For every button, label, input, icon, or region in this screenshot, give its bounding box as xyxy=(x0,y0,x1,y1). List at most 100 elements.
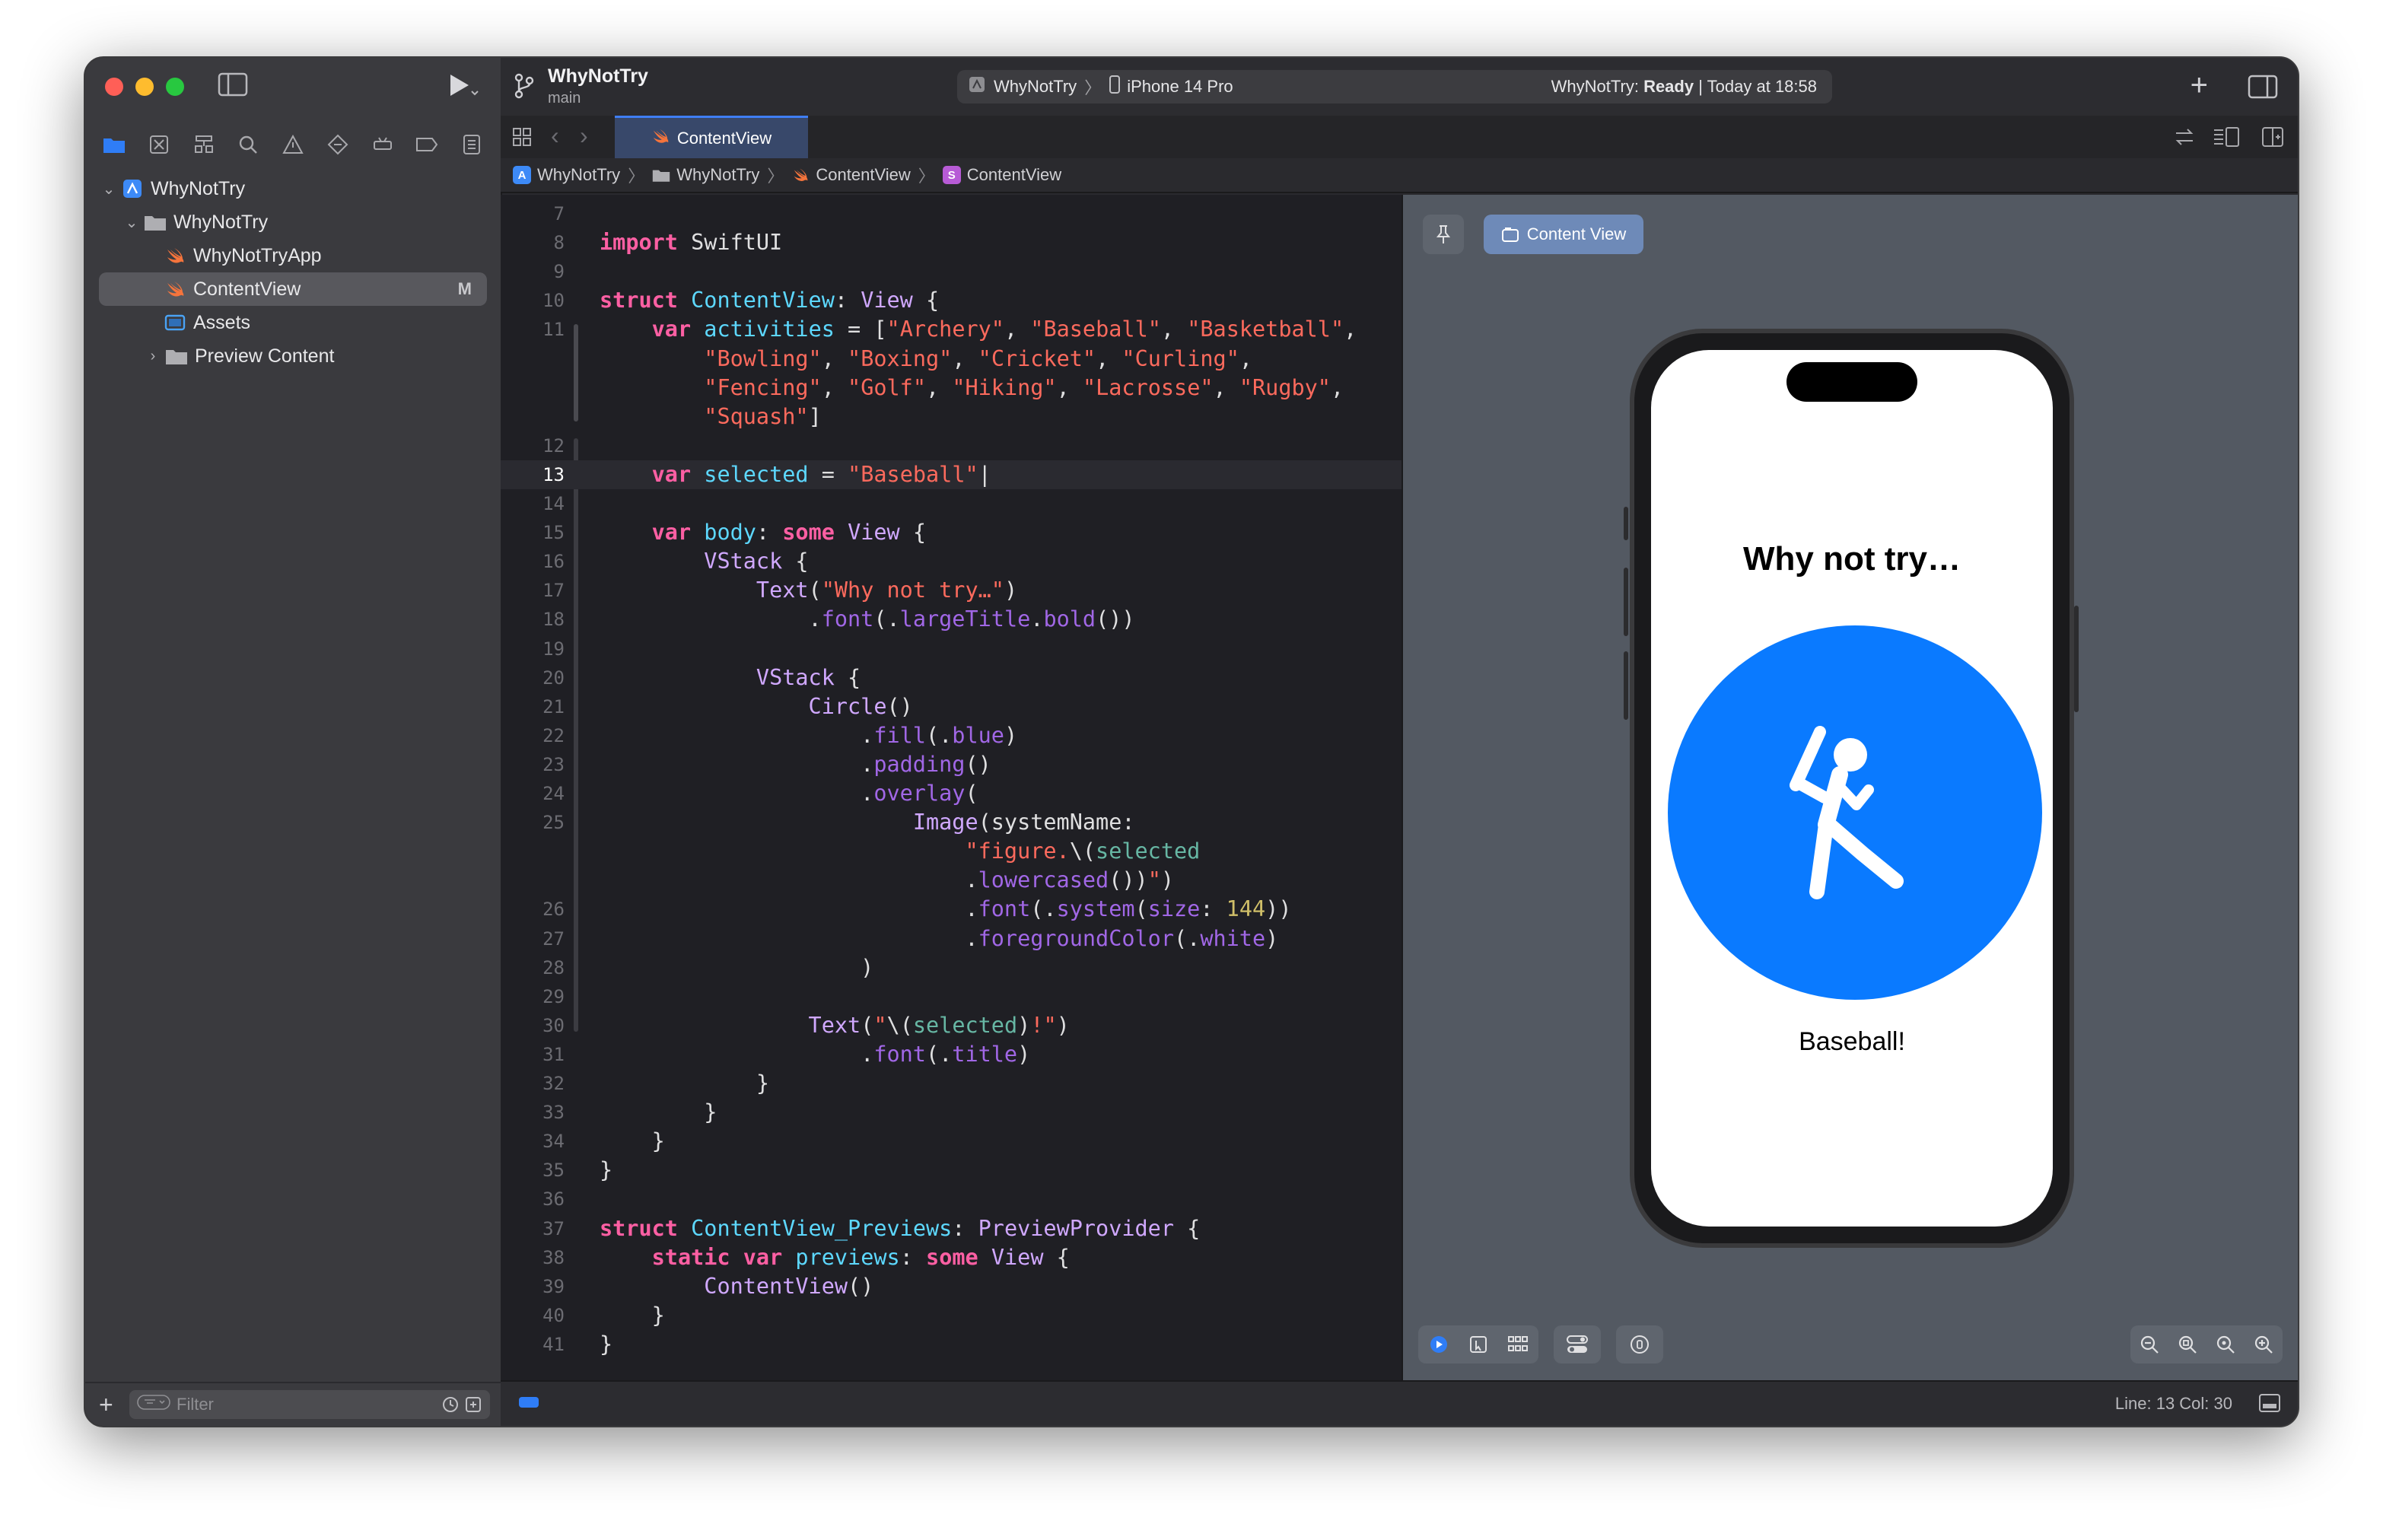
add-icon[interactable]: + xyxy=(99,1391,113,1419)
tree-row-group[interactable]: ⌄ WhyNotTry xyxy=(85,205,501,239)
tab-contentview[interactable]: ContentView xyxy=(615,116,808,158)
code-line[interactable]: struct ContentView: View { xyxy=(600,286,939,315)
code-token: Text xyxy=(756,578,809,603)
split-editor-icon[interactable] xyxy=(2261,126,2284,151)
project-icon xyxy=(120,179,145,199)
tree-row-preview-content[interactable]: › Preview Content xyxy=(85,339,501,373)
breadcrumb-item[interactable]: WhyNotTry xyxy=(676,165,759,185)
swift-file-icon xyxy=(791,166,810,184)
code-token: some xyxy=(782,520,835,546)
code-line[interactable]: Image(systemName: xyxy=(600,808,1135,837)
code-line[interactable]: "Fencing", "Golf", "Hiking", "Lacrosse",… xyxy=(600,374,1344,402)
line-number: 34 xyxy=(542,1131,565,1153)
minimize-button[interactable] xyxy=(135,78,154,96)
code-line[interactable]: "figure.\(selected xyxy=(600,837,1200,866)
code-line[interactable]: var activities = ["Archery", "Baseball",… xyxy=(600,315,1357,344)
code-line[interactable]: .lowercased())") xyxy=(600,866,1174,895)
preview-sport-label: Baseball! xyxy=(1799,1027,1905,1056)
inspector-toggle-icon[interactable] xyxy=(2248,75,2278,103)
debug-area-toggle-icon[interactable] xyxy=(519,1397,539,1408)
code-line[interactable]: VStack { xyxy=(600,663,861,692)
report-icon[interactable] xyxy=(455,128,488,161)
device-selector[interactable]: iPhone 14 Pro xyxy=(1127,77,1233,97)
zoom-out-icon[interactable] xyxy=(2139,1334,2160,1355)
code-line[interactable]: .padding() xyxy=(600,750,991,779)
minimap-toggle-icon[interactable] xyxy=(2258,1392,2281,1418)
code-line[interactable]: Text("\(selected)!") xyxy=(600,1011,1070,1040)
code-line[interactable]: .font(.system(size: 144)) xyxy=(600,895,1291,924)
chevron-right-icon[interactable]: › xyxy=(145,348,161,365)
grid-icon[interactable] xyxy=(511,126,533,151)
editor-options-icon[interactable] xyxy=(2213,126,2240,151)
line-number: 36 xyxy=(542,1188,565,1211)
zoom-fit-icon[interactable] xyxy=(2177,1334,2198,1355)
line-number: 26 xyxy=(542,899,565,921)
variant-info-button[interactable] xyxy=(1616,1325,1663,1363)
live-preview-icon[interactable] xyxy=(1428,1334,1449,1355)
folder-icon[interactable] xyxy=(97,128,131,161)
code-line[interactable]: struct ContentView_Previews: PreviewProv… xyxy=(600,1214,1200,1243)
code-line[interactable]: ) xyxy=(600,953,873,982)
code-line[interactable]: .foregroundColor(.white) xyxy=(600,924,1278,953)
breakpoint-icon[interactable] xyxy=(410,128,444,161)
sidebar-toggle-icon[interactable] xyxy=(218,72,248,103)
code-line[interactable]: .overlay( xyxy=(600,779,978,808)
code-line[interactable]: } xyxy=(600,1098,717,1127)
filter-field[interactable]: Filter xyxy=(129,1390,490,1419)
code-line[interactable]: "Squash"] xyxy=(600,402,821,431)
breadcrumb-item[interactable]: ContentView xyxy=(816,165,910,185)
code-line[interactable]: Circle() xyxy=(600,692,913,721)
code-line[interactable]: } xyxy=(600,1301,665,1330)
chevron-down-icon[interactable]: ⌄ xyxy=(100,180,117,199)
code-line[interactable]: } xyxy=(600,1127,665,1156)
back-arrow-icon[interactable]: ‹ xyxy=(551,122,559,150)
code-line[interactable]: } xyxy=(600,1330,612,1359)
find-icon[interactable] xyxy=(231,128,265,161)
code-line[interactable]: var selected = "Baseball"| xyxy=(600,460,991,489)
code-line[interactable]: } xyxy=(600,1069,769,1098)
code-line[interactable]: "Bowling", "Boxing", "Cricket", "Curling… xyxy=(600,345,1252,374)
device-settings-button[interactable] xyxy=(1554,1325,1601,1363)
close-button[interactable] xyxy=(105,78,123,96)
breadcrumb-item[interactable]: WhyNotTry xyxy=(537,165,620,185)
chevron-down-icon[interactable]: ⌄ xyxy=(123,213,140,232)
clock-icon[interactable] xyxy=(441,1395,460,1414)
code-line[interactable]: .fill(.blue) xyxy=(600,721,1017,750)
code-line[interactable]: var body: some View { xyxy=(600,518,926,547)
related-items-icon[interactable] xyxy=(2173,126,2196,151)
code-line[interactable]: import SwiftUI xyxy=(600,228,782,257)
code-line[interactable]: static var previews: some View { xyxy=(600,1243,1070,1272)
debug-icon[interactable] xyxy=(366,128,399,161)
scheme-selector[interactable]: WhyNotTry xyxy=(994,77,1077,97)
forward-arrow-icon[interactable]: › xyxy=(580,122,588,150)
code-line[interactable]: } xyxy=(600,1156,612,1185)
source-editor[interactable]: 7 8 import SwiftUI 9 10 struct ContentView: V… xyxy=(501,195,1401,1383)
test-icon[interactable] xyxy=(321,128,355,161)
content-view-preview-button[interactable]: Content View xyxy=(1484,215,1643,254)
code-line[interactable]: Text("Why not try…") xyxy=(600,576,1017,605)
variants-grid-icon[interactable] xyxy=(1507,1335,1529,1354)
tree-row-whynottryapp[interactable]: WhyNotTryApp xyxy=(85,239,501,272)
breadcrumb-item[interactable]: ContentView xyxy=(967,165,1061,185)
library-add-icon[interactable]: + xyxy=(2191,68,2208,103)
tree-row-project[interactable]: ⌄ WhyNotTry xyxy=(85,172,501,205)
code-line[interactable]: .font(.largeTitle.bold()) xyxy=(600,605,1135,634)
source-control-icon[interactable] xyxy=(142,128,176,161)
run-button[interactable] xyxy=(446,72,479,105)
tree-row-assets[interactable]: Assets xyxy=(85,306,501,339)
zoom-actual-icon[interactable] xyxy=(2215,1334,2236,1355)
code-line[interactable]: ContentView() xyxy=(600,1272,873,1301)
selectable-mode-icon[interactable] xyxy=(1468,1335,1488,1354)
symbol-icon[interactable] xyxy=(187,128,221,161)
iphone-screen[interactable]: Why not try… Baseball! xyxy=(1651,350,2053,1227)
zoom-in-icon[interactable] xyxy=(2253,1334,2274,1355)
code-line[interactable]: .font(.title) xyxy=(600,1040,1030,1069)
issue-icon[interactable] xyxy=(276,128,310,161)
zoom-button[interactable] xyxy=(166,78,184,96)
fold-ribbon[interactable] xyxy=(574,438,578,1032)
scm-filter-icon[interactable] xyxy=(464,1395,482,1414)
tree-row-contentview[interactable]: ContentView M xyxy=(99,272,487,306)
pin-preview-button[interactable] xyxy=(1423,215,1464,254)
code-line[interactable]: VStack { xyxy=(600,547,808,576)
fold-ribbon[interactable] xyxy=(574,324,578,422)
